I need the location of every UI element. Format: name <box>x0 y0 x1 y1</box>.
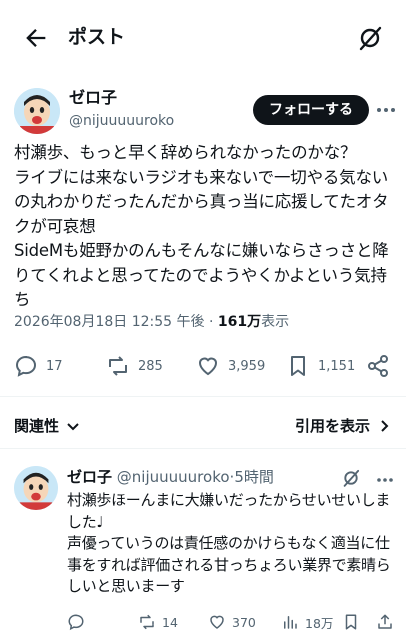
grok-icon <box>359 26 382 51</box>
repost-count: 285 <box>138 358 163 374</box>
reply-views-count: 18万 <box>305 615 334 631</box>
share-icon <box>368 355 388 377</box>
avatar-character-icon <box>14 88 60 134</box>
top-bar: ポスト <box>0 0 406 74</box>
repost-icon <box>109 356 127 376</box>
post-text: 村瀬歩、もっと早く辞められなかったのかな？ ライブには来ないラジオも来ないで一切… <box>14 143 389 309</box>
more-options-button[interactable] <box>376 101 396 119</box>
reply-header: ゼロ子 @nijuuuuuroko·5時間 <box>67 466 274 488</box>
sort-label: 関連性 <box>14 417 60 435</box>
post-timestamp[interactable]: 2026年08月18日 12:55 午後 <box>14 314 205 330</box>
grok-icon <box>343 469 360 487</box>
page-title: ポスト <box>68 26 126 48</box>
reply-bookmark-action[interactable] <box>342 611 360 633</box>
like-count: 3,959 <box>228 358 266 374</box>
reply-repost-count: 14 <box>162 614 178 630</box>
reply-like-action[interactable]: 370 <box>208 611 256 633</box>
reply-grok-button[interactable] <box>341 468 361 488</box>
reply-repost-action[interactable]: 14 <box>138 611 178 633</box>
more-horizontal-icon <box>377 108 395 112</box>
views-count: 161万 <box>217 314 262 330</box>
reply-action[interactable]: 17 <box>14 352 63 380</box>
heart-icon <box>210 615 224 629</box>
reply-share-action[interactable] <box>376 611 394 633</box>
sort-dropdown[interactable]: 関連性 <box>14 415 81 437</box>
post-meta: 2026年08月18日 12:55 午後 · 161万表示 <box>14 312 289 332</box>
view-quotes-link[interactable]: 引用を表示 <box>295 415 392 437</box>
chevron-right-icon <box>381 420 389 432</box>
back-button[interactable] <box>22 24 50 52</box>
repost-action[interactable]: 285 <box>106 352 163 380</box>
bookmark-icon <box>291 356 305 376</box>
divider <box>0 448 406 449</box>
reply-more-button[interactable] <box>376 472 394 486</box>
reply-like-count: 370 <box>232 614 256 630</box>
chevron-down-icon <box>67 423 79 431</box>
quotes-label: 引用を表示 <box>294 417 370 435</box>
avatar[interactable] <box>14 88 60 134</box>
divider <box>0 396 406 397</box>
author-name[interactable]: ゼロ子 <box>69 87 117 109</box>
reply-author-name[interactable]: ゼロ子 <box>67 468 112 486</box>
reply-time[interactable]: 5時間 <box>234 468 274 486</box>
reply-views-action[interactable]: 18万 <box>281 611 333 633</box>
reply-text: 村瀬歩ほーんまに大嫌いだったからせいせいしました♩ 声優っていうのは責任感のかけ… <box>67 491 391 595</box>
bookmark-icon <box>345 614 357 630</box>
heart-icon <box>198 357 218 376</box>
avatar-character-icon <box>14 466 58 510</box>
reply-author-handle[interactable]: @nijuuuuuroko <box>117 468 230 486</box>
author-handle[interactable]: @nijuuuuuroko <box>69 111 174 131</box>
follow-button[interactable]: フォローする <box>253 95 369 125</box>
reply-icon <box>15 355 37 377</box>
bookmark-action[interactable]: 1,151 <box>286 352 355 380</box>
views-label: 表示 <box>261 314 290 330</box>
bookmark-count: 1,151 <box>318 358 356 374</box>
meta-separator: · <box>208 314 214 330</box>
more-horizontal-icon <box>377 478 393 482</box>
reply-icon <box>68 614 84 631</box>
repost-icon <box>140 614 154 630</box>
share-action[interactable] <box>366 352 390 380</box>
share-icon <box>378 614 392 629</box>
reply-reply-action[interactable] <box>67 611 91 633</box>
reply-count: 17 <box>46 358 63 374</box>
like-action[interactable]: 3,959 <box>196 352 265 380</box>
arrow-left-icon <box>26 29 46 47</box>
reply-avatar[interactable] <box>14 466 58 510</box>
views-chart-icon <box>284 616 297 629</box>
grok-button[interactable] <box>356 24 384 52</box>
